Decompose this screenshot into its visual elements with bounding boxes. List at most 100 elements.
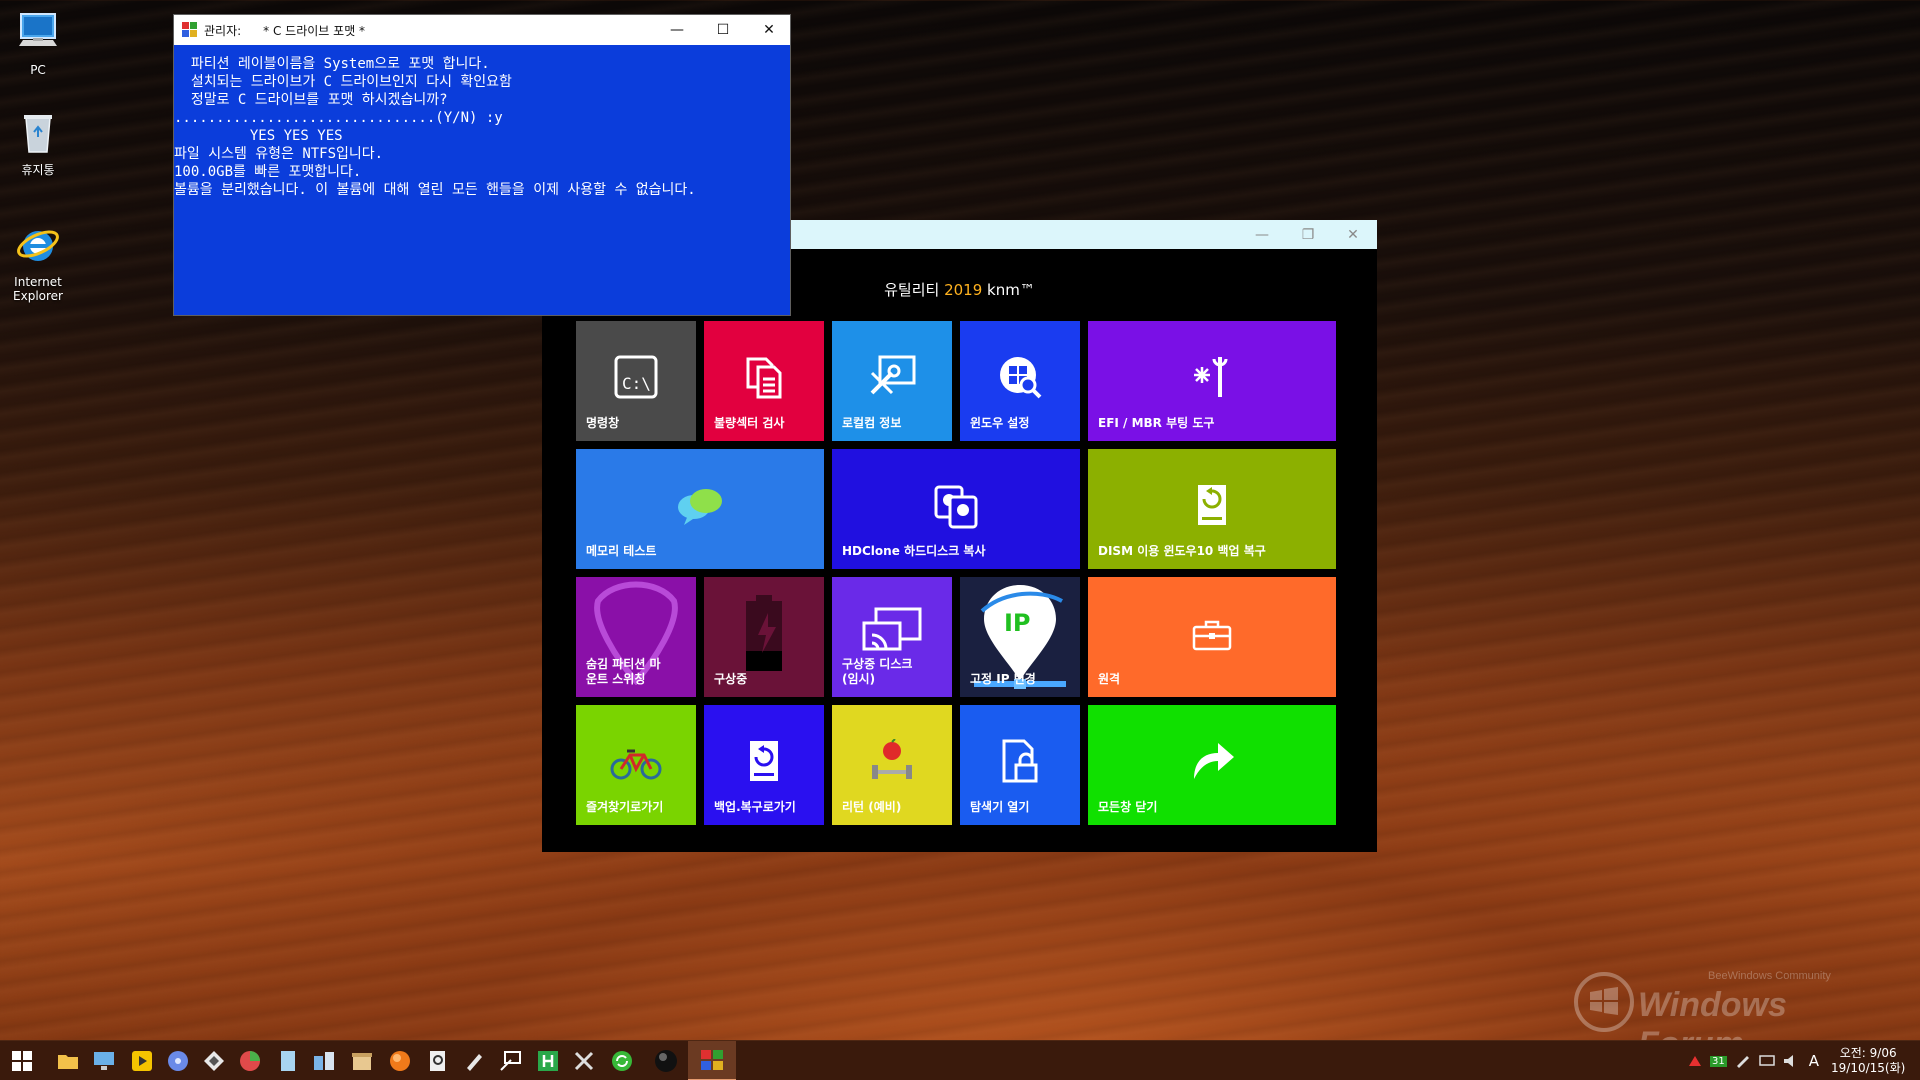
taskbar-h-tool[interactable] (530, 1041, 566, 1080)
taskbar-archive[interactable] (344, 1041, 380, 1080)
minimize-button[interactable]: — (1240, 220, 1284, 249)
tile-label: 모든창 닫기 (1098, 800, 1158, 814)
pie-disk-icon (240, 1051, 260, 1071)
tile-dism-backup-restore[interactable]: DISM 이용 윈도우10 백업 복구 (1088, 449, 1336, 569)
taskbar-pen-tool[interactable] (456, 1041, 492, 1080)
taskbar-cmd-window[interactable] (688, 1041, 736, 1080)
tile-label: 백업.복구로가기 (714, 800, 796, 814)
desktop-icon-label: 휴지통 (21, 163, 55, 177)
app-title-year: 2019 (944, 281, 983, 299)
desktop-icon-recycle-bin[interactable]: 휴지통 (0, 110, 76, 177)
tile-label: 숨김 파티션 마 운트 스위칭 (586, 657, 661, 686)
terminal-icon: C:\ (614, 355, 658, 399)
tile-efi-mbr-boot-tool[interactable]: EFI / MBR 부팅 도구 (1088, 321, 1336, 441)
maximize-button[interactable]: ☐ (700, 15, 746, 45)
tile-label: 윈도우 설정 (970, 416, 1030, 430)
network-up-icon[interactable] (1688, 1054, 1702, 1068)
taskbar-pc-info[interactable] (86, 1041, 122, 1080)
tile-return-spare[interactable]: 리턴 (예비) (832, 705, 952, 825)
tile-planned-disk-temp[interactable]: 구상중 디스크 (임시) (832, 577, 952, 697)
desktop-icon-pc[interactable]: PC (0, 10, 76, 77)
taskbar-hardware-info[interactable] (306, 1041, 342, 1080)
h-letter-icon (538, 1051, 558, 1071)
console-line: 설치되는 드라이브가 C 드라이브인지 다시 확인요함 (174, 74, 512, 90)
tile-memory-test[interactable]: 메모리 테스트 (576, 449, 824, 569)
lock-doc-icon (1002, 739, 1038, 783)
monitor-tools-icon (500, 1051, 521, 1071)
tile-label: HDClone 하드디스크 복사 (842, 544, 986, 558)
desktop-icon-label: Internet Explorer (13, 275, 63, 303)
tile-label: 즐겨찾기로가기 (586, 800, 664, 814)
desktop-icon-internet-explorer[interactable]: Internet Explorer (0, 208, 76, 317)
close-button[interactable]: ✕ (746, 15, 792, 45)
tile-local-computer-info[interactable]: 로컬컴 정보 (832, 321, 952, 441)
start-button[interactable] (4, 1041, 40, 1080)
taskbar-notepad[interactable] (270, 1041, 306, 1080)
bicycle-icon (610, 749, 662, 780)
pen-input-icon[interactable] (1735, 1054, 1751, 1068)
tile-planned-1[interactable]: 구상중 (704, 577, 824, 697)
cmd-window-icon (701, 1050, 723, 1070)
tile-open-explorer[interactable]: 탐색기 열기 (960, 705, 1080, 825)
tile-label: 탐색기 열기 (970, 800, 1030, 814)
disk-clone-icon (934, 485, 978, 529)
devices-icon (314, 1052, 334, 1070)
taskbar-eight-ball[interactable] (648, 1041, 684, 1080)
tile-go-to-favorites[interactable]: 즐겨찾기로가기 (576, 705, 696, 825)
taskbar-partition-tool[interactable] (232, 1041, 268, 1080)
console-line: 100.0GB를 빠른 포맷합니다. (174, 164, 362, 180)
tile-hidden-partition-mount[interactable]: 숨김 파티션 마 운트 스위칭 (576, 577, 696, 697)
console-line: YES YES YES (174, 128, 343, 144)
taskbar-search-tool[interactable] (420, 1041, 456, 1080)
chat-bubbles-icon (678, 489, 722, 525)
tile-label: 구상중 (714, 672, 748, 686)
cmd-console-output[interactable]: 파티션 레이블이름을 System으로 포맷 합니다. 설치되는 드라이브가 C… (174, 45, 790, 199)
taskbar-disk-tool[interactable] (160, 1041, 196, 1080)
volume-icon[interactable] (1783, 1054, 1799, 1068)
documents-icon (746, 357, 782, 399)
computer-icon (19, 13, 57, 46)
tile-windows-settings[interactable]: 윈도우 설정 (960, 321, 1080, 441)
watermark: BeeWindows Community Windows Forum (1572, 968, 1892, 1063)
app-title-suffix: knm™ (982, 281, 1035, 299)
tile-label: DISM 이용 윈도우10 백업 복구 (1098, 544, 1266, 558)
cmd-titlebar[interactable]: 관리자: * C 드라이브 포맷 * — ☐ ✕ (174, 15, 790, 45)
console-line: 파티션 레이블이름을 System으로 포맷 합니다. (174, 56, 490, 72)
ime-indicator[interactable]: A (1809, 1052, 1819, 1070)
folder-icon (58, 1055, 78, 1069)
tile-static-ip-change[interactable]: IP 고정 IP 변경 (960, 577, 1080, 697)
taskbar-scissors-tool[interactable] (566, 1041, 602, 1080)
backup-drive-icon (1198, 485, 1226, 525)
calendar-icon[interactable]: 31 (1710, 1055, 1727, 1067)
taskbar-remote-tool[interactable] (492, 1041, 528, 1080)
tile-label: 리턴 (예비) (842, 800, 902, 814)
tile-command-prompt[interactable]: C:\ 명령창 (576, 321, 696, 441)
tile-bad-sector-check[interactable]: 불량섹터 검사 (704, 321, 824, 441)
app-title-text: 유틸리티 (884, 281, 945, 299)
network-icon[interactable] (1758, 1054, 1775, 1068)
tile-hdclone-disk-copy[interactable]: HDClone 하드디스크 복사 (832, 449, 1080, 569)
tile-close-all-windows[interactable]: 모든창 닫기 (1088, 705, 1336, 825)
tile-label: 명령창 (586, 416, 620, 430)
console-line: 파일 시스템 유형은 NTFS입니다. (174, 146, 384, 162)
taskbar-refresh-tool[interactable] (604, 1041, 640, 1080)
minimize-button[interactable]: — (654, 15, 700, 45)
monitor-icon (94, 1052, 114, 1070)
cross-tools-icon (574, 1051, 594, 1071)
taskbar-file-explorer[interactable] (50, 1041, 86, 1080)
ip-text: IP (1004, 609, 1031, 637)
disk-icon (168, 1051, 188, 1071)
cmd-title-prefix: 관리자: (204, 23, 242, 38)
tile-remote[interactable]: 원격 (1088, 577, 1336, 697)
briefcase-icon (1192, 620, 1232, 651)
windows-start-icon (12, 1051, 32, 1071)
taskbar-browser[interactable] (382, 1041, 418, 1080)
clock-date: 19/10/15(화) (1831, 1061, 1906, 1075)
tile-go-to-backup-restore[interactable]: 백업.복구로가기 (704, 705, 824, 825)
taskbar-player[interactable] (124, 1041, 160, 1080)
close-button[interactable]: ✕ (1331, 220, 1375, 249)
taskbar-diamond-tool[interactable] (196, 1041, 232, 1080)
console-line: 정말로 C 드라이브를 포맷 하시겠습니까? (174, 92, 448, 108)
clock[interactable]: 오전: 9/06 19/10/15(화) (1831, 1046, 1905, 1076)
restore-button[interactable]: ❐ (1286, 220, 1330, 249)
